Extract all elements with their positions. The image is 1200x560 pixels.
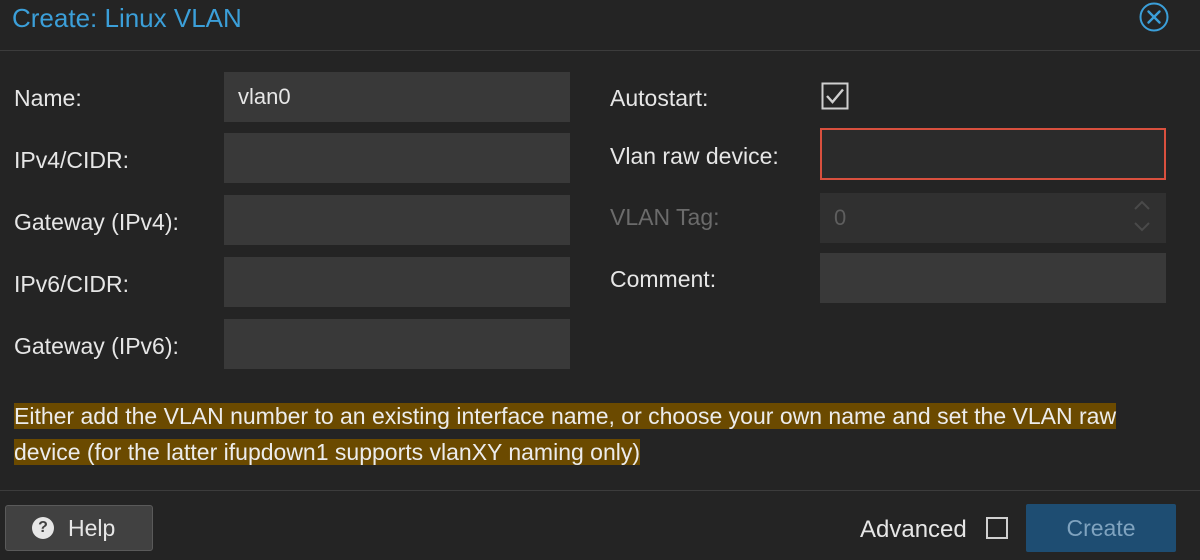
ipv6-cidr-label: IPv6/CIDR: xyxy=(14,271,130,297)
advanced-label: Advanced xyxy=(860,516,967,543)
ipv6-cidr-field[interactable] xyxy=(224,257,570,307)
autostart-label: Autostart: xyxy=(610,85,709,111)
vlan-tag-field[interactable] xyxy=(820,193,1166,243)
question-mark-icon: ? xyxy=(32,517,54,539)
vlan-raw-device-field[interactable] xyxy=(820,128,1166,180)
advanced-checkbox[interactable] xyxy=(986,517,1008,539)
comment-field[interactable] xyxy=(820,253,1166,303)
name-field[interactable] xyxy=(224,72,570,122)
vlan-raw-device-label: Vlan raw device: xyxy=(610,143,779,169)
create-button[interactable]: Create xyxy=(1026,504,1176,552)
gateway-ipv6-field[interactable] xyxy=(224,319,570,369)
help-button-label: Help xyxy=(68,514,116,541)
dialog-header: Create: Linux VLAN xyxy=(0,0,1200,51)
vlan-tag-label: VLAN Tag: xyxy=(610,204,720,230)
vlan-tag-spinner-icon[interactable] xyxy=(1132,198,1152,238)
vlan-naming-hint-text: Either add the VLAN number to an existin… xyxy=(14,403,1117,465)
dialog-footer: ? Help Advanced Create xyxy=(0,490,1200,560)
dialog-title: Create: Linux VLAN xyxy=(12,3,242,33)
ipv4-cidr-field[interactable] xyxy=(224,133,570,183)
create-linux-vlan-dialog: Create: Linux VLAN Name: IPv4/CIDR: Gate… xyxy=(0,0,1200,560)
autostart-checkbox[interactable] xyxy=(821,82,849,110)
comment-label: Comment: xyxy=(610,266,717,292)
help-button[interactable]: ? Help xyxy=(5,505,153,551)
gateway-ipv4-field[interactable] xyxy=(224,195,570,245)
ipv4-cidr-label: IPv4/CIDR: xyxy=(14,147,130,173)
gateway-ipv6-label: Gateway (IPv6): xyxy=(14,333,179,359)
close-icon[interactable] xyxy=(1138,1,1170,33)
vlan-naming-hint: Either add the VLAN number to an existin… xyxy=(14,398,1164,470)
gateway-ipv4-label: Gateway (IPv4): xyxy=(14,209,179,235)
name-label: Name: xyxy=(14,85,82,111)
